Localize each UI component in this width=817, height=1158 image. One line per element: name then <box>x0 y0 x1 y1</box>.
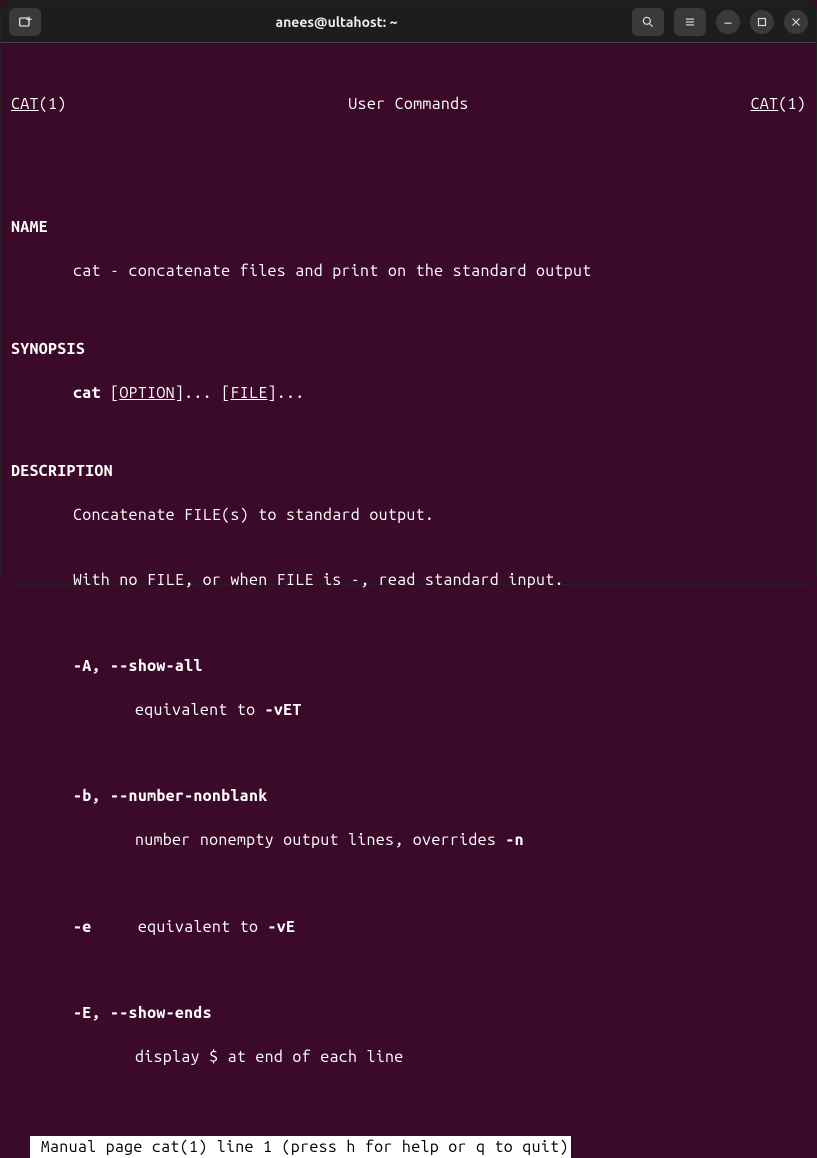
synopsis-opt-close: ]... [ <box>175 384 231 402</box>
option-A-desc-prefix: equivalent to <box>135 701 265 719</box>
manpage-header-right-name: CAT <box>750 95 778 113</box>
window-titlebar: anees@ultahost: ~ <box>1 1 816 43</box>
window-title: anees@ultahost: ~ <box>47 14 626 30</box>
hamburger-menu-button[interactable] <box>674 8 706 36</box>
search-button[interactable] <box>632 8 664 36</box>
synopsis-opt-open: [ <box>101 384 120 402</box>
minimize-button[interactable] <box>716 10 740 34</box>
manpage-header-right-section: (1) <box>778 95 806 113</box>
description-line1: Concatenate FILE(s) to standard output. <box>73 506 434 524</box>
option-b-flags: -b, --number-nonblank <box>73 787 267 805</box>
option-E-flags: -E, --show-ends <box>73 1004 212 1022</box>
manpage-header-left-name: CAT <box>11 95 39 113</box>
maximize-button[interactable] <box>750 10 774 34</box>
section-heading-synopsis: SYNOPSIS <box>11 340 85 358</box>
option-b-desc-bold: -n <box>505 831 524 849</box>
synopsis-file: FILE <box>230 384 267 402</box>
section-heading-description: DESCRIPTION <box>11 462 113 480</box>
new-tab-button[interactable] <box>9 8 41 36</box>
option-b-desc-prefix: number nonempty output lines, overrides <box>135 831 505 849</box>
option-e-flag: -e <box>73 918 92 936</box>
terminal-content[interactable]: CAT(1) User Commands CAT(1) NAME cat - c… <box>1 43 816 1158</box>
close-button[interactable] <box>784 10 808 34</box>
description-line2: With no FILE, or when FILE is -, read st… <box>73 571 564 589</box>
pager-status-line: Manual page cat(1) line 1 (press h for h… <box>30 1136 571 1158</box>
synopsis-option: OPTION <box>119 384 175 402</box>
option-e-desc-bold: -vE <box>267 918 295 936</box>
option-e-desc-prefix: equivalent to <box>92 918 268 936</box>
manpage-header-left-section: (1) <box>39 95 67 113</box>
synopsis-file-close: ]... <box>267 384 304 402</box>
option-A-flags: -A, --show-all <box>73 657 203 675</box>
option-A-desc-bold: -vET <box>265 701 302 719</box>
option-E-desc: display $ at end of each line <box>135 1048 404 1066</box>
synopsis-cmd: cat <box>73 384 101 402</box>
manpage-header-center: User Commands <box>67 93 751 115</box>
section-heading-name: NAME <box>11 218 48 236</box>
name-text: cat - concatenate files and print on the… <box>73 262 592 280</box>
manpage-header: CAT(1) User Commands CAT(1) <box>1 93 816 115</box>
